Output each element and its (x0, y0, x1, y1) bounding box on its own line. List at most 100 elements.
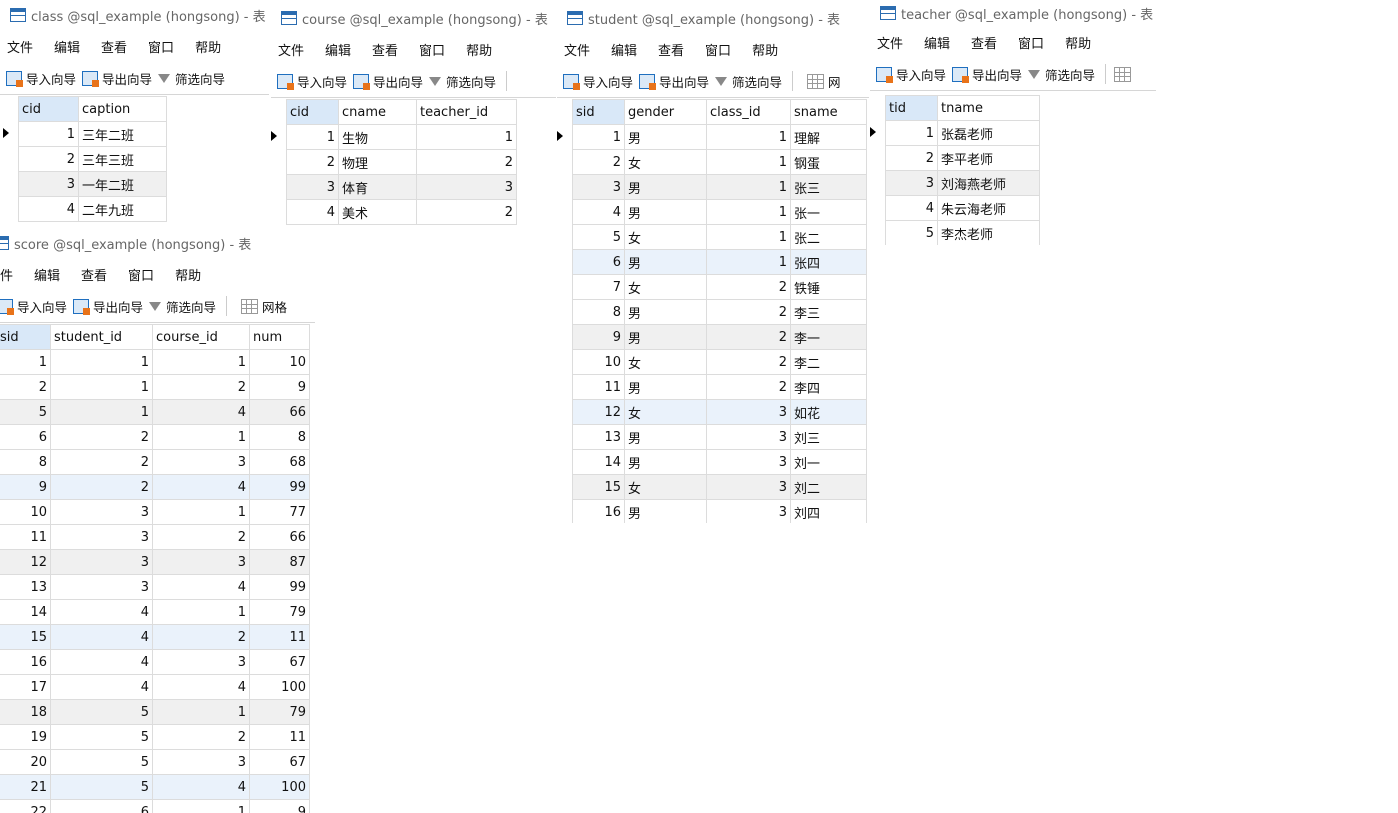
column-header-cid[interactable]: cid (18, 96, 79, 122)
column-header-teacher-id[interactable]: teacher_id (416, 99, 517, 125)
cell-student-id[interactable]: 2 (50, 449, 153, 475)
cell-sid[interactable]: 14 (0, 599, 51, 625)
cell-sname[interactable]: 李一 (790, 324, 867, 350)
column-header-class-id[interactable]: class_id (706, 99, 791, 125)
table-row[interactable]: 12 女 3 如花 (557, 399, 867, 425)
table-row[interactable]: 1 张磊老师 (870, 120, 1040, 146)
row-indicator[interactable] (557, 424, 573, 450)
table-row[interactable]: 1 生物 1 (271, 124, 517, 150)
export-wizard-button[interactable]: 导出向导 (82, 69, 152, 88)
cell-sid[interactable]: 2 (0, 374, 51, 400)
cell-sname[interactable]: 张三 (790, 174, 867, 200)
cell-sname[interactable]: 张二 (790, 224, 867, 250)
cell-sid[interactable]: 5 (572, 224, 625, 250)
cell-sid[interactable]: 13 (572, 424, 625, 450)
row-indicator[interactable] (557, 124, 573, 150)
cell-sid[interactable]: 15 (572, 474, 625, 500)
table-row[interactable]: 15 4 2 11 (0, 624, 310, 650)
cell-num[interactable]: 66 (249, 399, 310, 425)
row-indicator[interactable] (870, 145, 886, 171)
cell-gender[interactable]: 女 (624, 474, 707, 500)
cell-course-id[interactable]: 3 (152, 449, 250, 475)
cell-class-id[interactable]: 3 (706, 449, 791, 475)
table-row[interactable]: 5 女 1 张二 (557, 224, 867, 250)
cell-student-id[interactable]: 5 (50, 724, 153, 750)
cell-course-id[interactable]: 1 (152, 699, 250, 725)
cell-course-id[interactable]: 3 (152, 549, 250, 575)
cell-tid[interactable]: 2 (885, 145, 938, 171)
cell-sname[interactable]: 刘二 (790, 474, 867, 500)
table-row[interactable]: 1 三年二班 (3, 121, 167, 147)
row-indicator[interactable] (271, 149, 287, 175)
menu-edit[interactable]: 编辑 (318, 40, 365, 59)
row-indicator[interactable] (557, 299, 573, 325)
cell-class-id[interactable]: 3 (706, 424, 791, 450)
table-row[interactable]: 18 5 1 79 (0, 699, 310, 725)
menu-edit[interactable]: 编辑 (604, 40, 651, 59)
table-row[interactable]: 21 5 4 100 (0, 774, 310, 800)
cell-student-id[interactable]: 4 (50, 649, 153, 675)
export-wizard-button[interactable]: 导出向导 (73, 297, 143, 316)
column-header-tid[interactable]: tid (885, 95, 938, 121)
cell-teacher-id[interactable]: 2 (416, 199, 517, 225)
menu-window[interactable]: 窗口 (698, 40, 745, 59)
cell-num[interactable]: 68 (249, 449, 310, 475)
cell-student-id[interactable]: 1 (50, 399, 153, 425)
cell-course-id[interactable]: 4 (152, 399, 250, 425)
cell-cid[interactable]: 3 (18, 171, 79, 197)
cell-sname[interactable]: 如花 (790, 399, 867, 425)
cell-gender[interactable]: 男 (624, 299, 707, 325)
cell-class-id[interactable]: 3 (706, 499, 791, 523)
cell-sname[interactable]: 李三 (790, 299, 867, 325)
table-row[interactable]: 3 男 1 张三 (557, 174, 867, 200)
table-row[interactable]: 10 3 1 77 (0, 499, 310, 525)
cell-gender[interactable]: 女 (624, 149, 707, 175)
table-row[interactable]: 9 2 4 99 (0, 474, 310, 500)
cell-sname[interactable]: 铁锤 (790, 274, 867, 300)
cell-teacher-id[interactable]: 3 (416, 174, 517, 200)
cell-class-id[interactable]: 1 (706, 199, 791, 225)
cell-student-id[interactable]: 3 (50, 499, 153, 525)
cell-sid[interactable]: 2 (572, 149, 625, 175)
cell-course-id[interactable]: 2 (152, 374, 250, 400)
cell-class-id[interactable]: 1 (706, 124, 791, 150)
table-row[interactable]: 11 3 2 66 (0, 524, 310, 550)
cell-sid[interactable]: 21 (0, 774, 51, 800)
cell-student-id[interactable]: 4 (50, 674, 153, 700)
cell-class-id[interactable]: 2 (706, 299, 791, 325)
cell-sid[interactable]: 6 (572, 249, 625, 275)
row-indicator[interactable] (3, 121, 19, 147)
table-row[interactable]: 17 4 4 100 (0, 674, 310, 700)
cell-gender[interactable]: 女 (624, 399, 707, 425)
menu-edit[interactable]: 编辑 (27, 265, 74, 284)
cell-sid[interactable]: 12 (572, 399, 625, 425)
row-indicator[interactable] (557, 324, 573, 350)
table-row[interactable]: 3 刘海燕老师 (870, 170, 1040, 196)
row-indicator[interactable] (557, 224, 573, 250)
table-row[interactable]: 19 5 2 11 (0, 724, 310, 750)
student-grid[interactable]: sid gender class_id sname 1 男 1 理解 2 女 1 钢蛋 3 男 1 张三 4 男 1… (557, 99, 867, 523)
cell-caption[interactable]: 三年二班 (78, 121, 167, 147)
cell-sid[interactable]: 22 (0, 799, 51, 813)
cell-sid[interactable]: 4 (572, 199, 625, 225)
table-row[interactable]: 3 体育 3 (271, 174, 517, 200)
cell-teacher-id[interactable]: 2 (416, 149, 517, 175)
cell-sname[interactable]: 李二 (790, 349, 867, 375)
column-header-sid[interactable]: sid (0, 324, 51, 350)
cell-class-id[interactable]: 2 (706, 349, 791, 375)
table-row[interactable]: 9 男 2 李一 (557, 324, 867, 350)
cell-class-id[interactable]: 3 (706, 474, 791, 500)
cell-course-id[interactable]: 1 (152, 499, 250, 525)
row-indicator[interactable] (557, 149, 573, 175)
cell-sname[interactable]: 钢蛋 (790, 149, 867, 175)
row-indicator[interactable] (557, 174, 573, 200)
cell-sid[interactable]: 5 (0, 399, 51, 425)
column-header-sname[interactable]: sname (790, 99, 867, 125)
table-row[interactable]: 4 二年九班 (3, 196, 167, 222)
row-indicator[interactable] (3, 171, 19, 197)
menu-file[interactable]: 文件 (557, 40, 604, 59)
cell-course-id[interactable]: 3 (152, 749, 250, 775)
column-header-num[interactable]: num (249, 324, 310, 350)
cell-sid[interactable]: 9 (0, 474, 51, 500)
cell-course-id[interactable]: 1 (152, 349, 250, 375)
